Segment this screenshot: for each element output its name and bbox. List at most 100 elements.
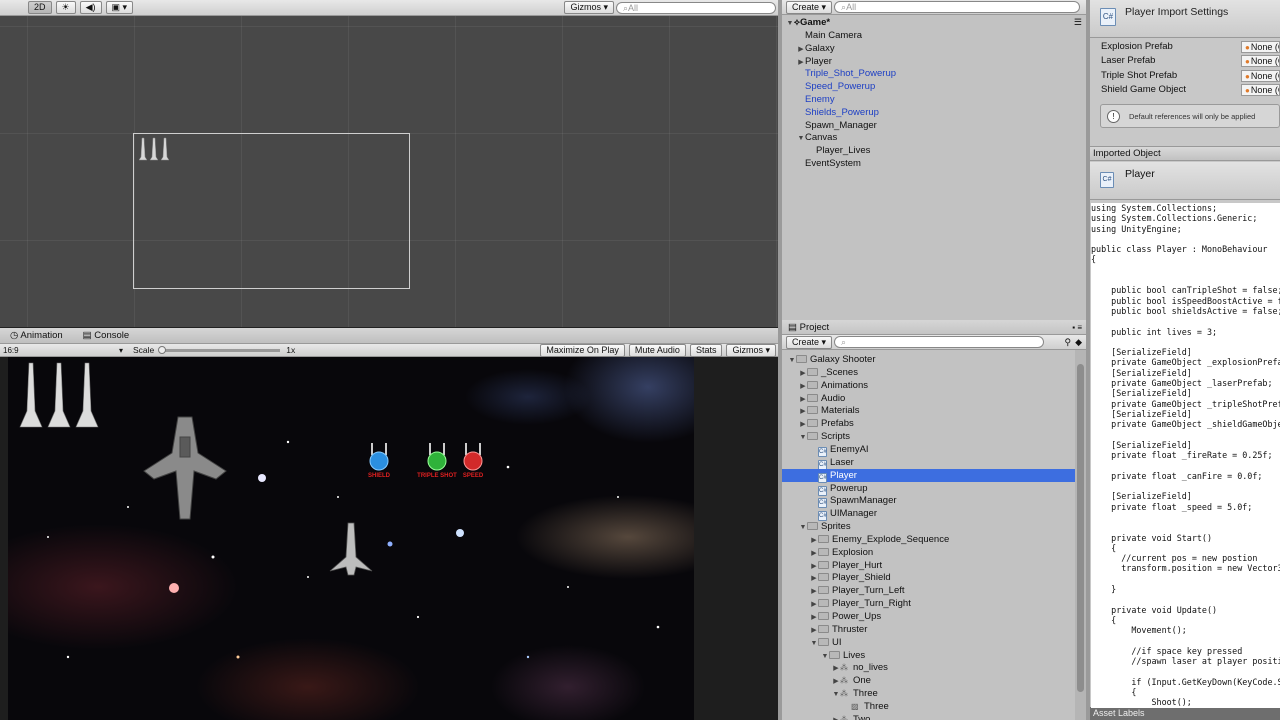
scene-root[interactable]: ▼⟡Game* [786, 16, 1086, 29]
2d-toggle-button[interactable]: 2D [28, 1, 52, 14]
project-item[interactable]: ▼⁂ Three [782, 687, 1075, 700]
inspector-field: Triple Shot Prefab ●None (G [1101, 69, 1280, 83]
folder-icon [818, 573, 829, 582]
lighting-icon[interactable]: ☀ [55, 1, 76, 14]
info-text: Default references will only be applied [1129, 112, 1256, 121]
project-item-label: _Scenes [821, 366, 858, 378]
scale-value: 1x [286, 345, 296, 355]
project-item[interactable]: C# UIManager [782, 507, 1075, 522]
scale-slider[interactable] [158, 345, 281, 354]
project-item[interactable]: ▶ Player_Turn_Left [782, 584, 1075, 597]
hierarchy-options-icon[interactable]: ☰ [1074, 17, 1082, 28]
hierarchy-item-label: Triple_Shot_Powerup [805, 68, 897, 80]
hierarchy-item[interactable]: Main Camera [797, 29, 1086, 42]
project-item[interactable]: ▶⁂ no_lives [782, 661, 1075, 674]
effects-icon[interactable]: ▣ ▾ [105, 1, 134, 14]
project-item[interactable]: C# Player [782, 468, 1075, 483]
aspect-dropdown[interactable]: 16:9 ▾ [3, 346, 123, 355]
hierarchy-item[interactable]: Speed_Powerup [797, 80, 1086, 93]
project-item[interactable]: ▶ Power_Ups [782, 610, 1075, 623]
project-item[interactable]: ▼ UI [782, 636, 1075, 649]
scene-canvas[interactable] [0, 16, 778, 327]
folder-icon [807, 380, 818, 389]
project-item[interactable]: ▶ Prefabs [782, 417, 1075, 430]
project-item-label: Player_Hurt [832, 559, 883, 571]
asset-labels-bar[interactable]: Asset Labels [1090, 707, 1280, 720]
project-item[interactable]: ▶ Player_Turn_Right [782, 597, 1075, 610]
project-item[interactable]: ▶ Thruster [782, 623, 1075, 636]
project-item[interactable]: ▶ Materials [782, 404, 1075, 417]
project-item[interactable]: ▶ Player_Hurt [782, 559, 1075, 572]
project-item[interactable]: C# EnemyAI [782, 443, 1075, 457]
folder-icon [807, 432, 818, 441]
project-item[interactable]: ▨ Three [782, 700, 1075, 713]
project-scrollbar-thumb[interactable] [1077, 364, 1084, 692]
project-item[interactable]: ▶ Explosion [782, 546, 1075, 559]
hierarchy-item[interactable]: Player_Lives [808, 144, 1086, 157]
hierarchy-search-input[interactable]: ⌕All [834, 1, 1081, 13]
object-field[interactable]: ●None (G [1241, 84, 1280, 97]
tab-console[interactable]: ▤ Console [83, 330, 129, 341]
expand-arrow-icon[interactable]: ▶ [832, 714, 840, 720]
project-scrollbar[interactable] [1075, 350, 1086, 720]
audio-icon[interactable]: ◀) [79, 1, 102, 14]
project-lock-icon[interactable]: ▪ ≡ [1072, 323, 1082, 332]
project-item[interactable]: C# SpawnManager [782, 494, 1075, 509]
project-item[interactable]: C# Powerup [782, 482, 1075, 496]
project-item[interactable]: ▶⁂ One [782, 674, 1075, 687]
bottom-tabs: ◷ Animation ▤ Console [0, 328, 778, 344]
hierarchy-item[interactable]: ▶Player [797, 55, 1086, 68]
tab-animation[interactable]: ◷ Animation [10, 330, 63, 341]
hierarchy-item[interactable]: Spawn_Manager [797, 119, 1086, 132]
project-item[interactable]: ▶ Player_Shield [782, 571, 1075, 584]
project-item[interactable]: ▶⁂ Two [782, 713, 1075, 720]
project-item[interactable]: ▶ _Scenes [782, 366, 1075, 379]
expand-arrow-icon[interactable]: ▼ [797, 132, 805, 145]
scene-gizmos-button[interactable]: Gizmos ▾ [564, 1, 614, 14]
inspector-script-icon: C# [1100, 8, 1116, 26]
stats-button[interactable]: Stats [689, 343, 723, 357]
project-item[interactable]: ▶ Audio [782, 392, 1075, 405]
triple-shot-powerup-icon [427, 443, 447, 471]
object-field-value: None (G [1250, 70, 1279, 81]
project-item[interactable]: ▶ Animations [782, 379, 1075, 392]
game-gizmos-button[interactable]: Gizmos ▾ [726, 343, 776, 357]
project-create-button[interactable]: Create ▾ [786, 335, 833, 349]
project-item-label: EnemyAI [830, 443, 869, 455]
gameobject-icon: ● [1245, 71, 1250, 81]
project-item[interactable]: C# Laser [782, 456, 1075, 470]
hierarchy-item[interactable]: Triple_Shot_Powerup [797, 67, 1086, 80]
filter-by-label-icon[interactable]: ◆ [1075, 337, 1082, 348]
inspector-field: Explosion Prefab ●None (G [1101, 40, 1280, 54]
hierarchy-create-label: Create [792, 1, 820, 12]
project-icon: ▤ [788, 321, 797, 333]
mute-audio-button[interactable]: Mute Audio [628, 343, 686, 357]
object-field[interactable]: ●None (G [1241, 41, 1280, 53]
object-field[interactable]: ●None (G [1241, 69, 1280, 82]
project-item[interactable]: ▼ Scripts [782, 430, 1075, 443]
hierarchy-item[interactable]: Shields_Powerup [797, 106, 1086, 119]
imported-object-name: Player [1125, 168, 1155, 180]
maximize-on-play-button[interactable]: Maximize On Play [540, 343, 625, 357]
project-item-label: One [853, 675, 871, 687]
tab-project[interactable]: ▤ Project [788, 322, 829, 333]
shield-powerup-label: SHIELD [367, 473, 390, 479]
game-viewport[interactable]: SHIELD TRIPLE SHOT SPEED [8, 357, 694, 720]
project-search-input[interactable]: ⌕ [834, 336, 1045, 348]
object-field[interactable]: ●None (G [1241, 55, 1280, 68]
scene-search-input[interactable]: ⌕All [616, 1, 776, 14]
project-item[interactable]: ▼ Sprites [782, 520, 1075, 533]
sprite-icon: ▨ [851, 701, 859, 711]
hierarchy-item[interactable]: EventSystem [797, 157, 1086, 170]
hierarchy-item[interactable]: ▶Galaxy [797, 42, 1086, 55]
hierarchy-item[interactable]: Enemy [797, 93, 1086, 106]
filter-by-type-icon[interactable]: ⚲ [1064, 337, 1071, 348]
project-item[interactable]: ▶ Enemy_Explode_Sequence [782, 533, 1075, 546]
hierarchy-create-button[interactable]: Create ▾ [786, 0, 833, 14]
folder-icon [829, 650, 840, 659]
tab-project-label: Project [799, 321, 830, 333]
project-item[interactable]: ▼ Lives [782, 649, 1075, 662]
scale-slider-thumb[interactable] [158, 345, 167, 354]
hierarchy-item[interactable]: ▼Canvas [797, 131, 1086, 144]
project-item[interactable]: ▼ Galaxy Shooter [782, 353, 1075, 366]
